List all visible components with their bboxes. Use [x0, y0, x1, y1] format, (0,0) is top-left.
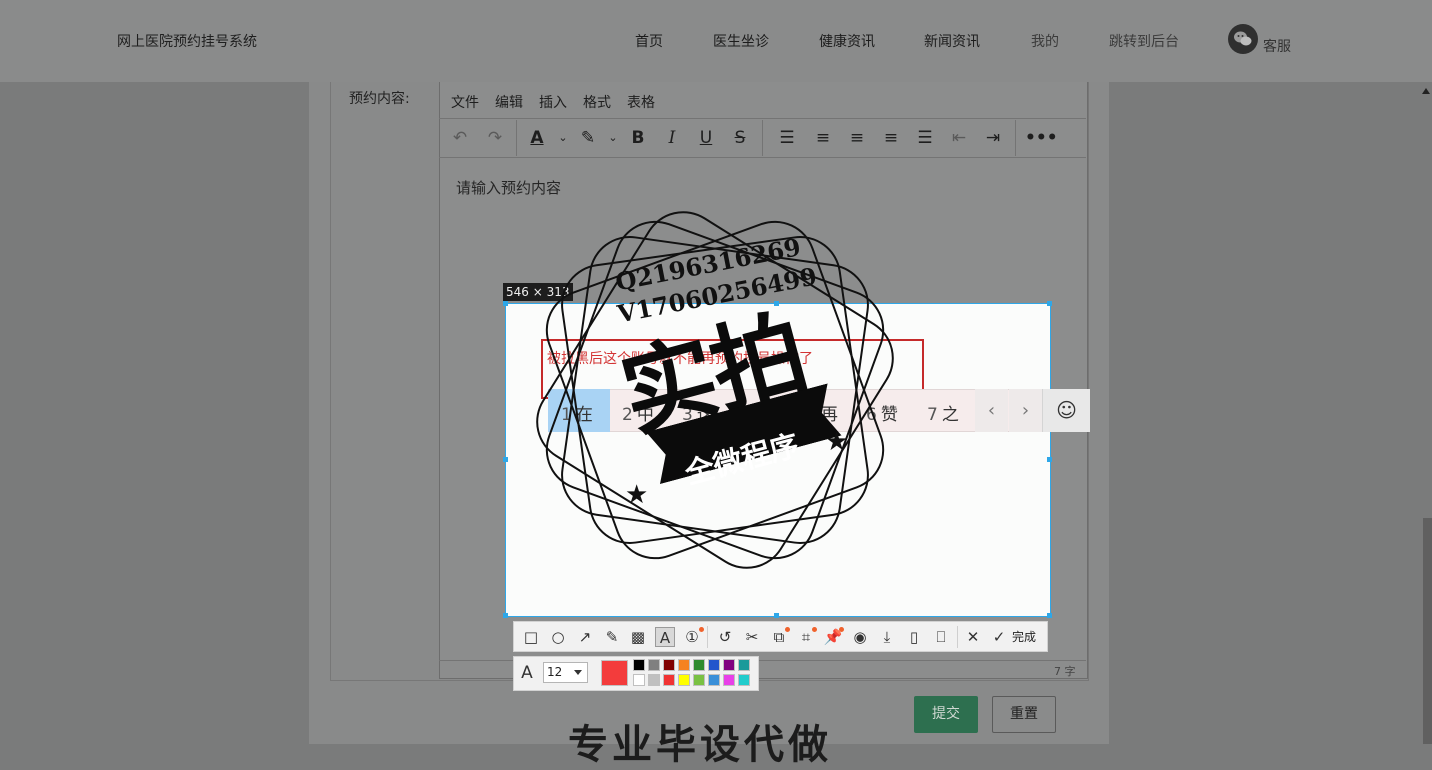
- editor-placeholder[interactable]: 请输入预约内容: [456, 177, 561, 198]
- menu-insert[interactable]: 插入: [539, 92, 567, 112]
- record-icon[interactable]: ◉: [850, 627, 870, 647]
- chevron-down-icon[interactable]: [574, 670, 582, 675]
- notification-dot: [812, 627, 817, 632]
- resize-handle[interactable]: [503, 301, 508, 306]
- color-swatch[interactable]: [678, 659, 690, 671]
- color-swatch[interactable]: [723, 674, 735, 686]
- align-right-icon[interactable]: ≡: [880, 128, 902, 148]
- indent-icon[interactable]: ⇥: [982, 128, 1004, 148]
- star-icon: ★: [825, 427, 849, 457]
- emoji-icon[interactable]: ☺: [1042, 389, 1090, 432]
- ime-candidate[interactable]: 7之: [927, 400, 959, 425]
- arrow-icon[interactable]: ↗: [575, 627, 595, 647]
- nav-admin[interactable]: 跳转到后台: [1109, 31, 1179, 51]
- notification-dot: [699, 627, 704, 632]
- chevron-down-icon[interactable]: ⌄: [602, 128, 624, 148]
- support-label[interactable]: 客服: [1263, 36, 1291, 56]
- pen-icon[interactable]: ✎: [602, 627, 622, 647]
- color-swatch[interactable]: [648, 674, 660, 686]
- italic-icon[interactable]: I: [661, 128, 683, 148]
- toolbar-separator: [516, 120, 517, 156]
- ime-prev-icon[interactable]: ‹: [975, 389, 1008, 432]
- color-swatch[interactable]: [663, 674, 675, 686]
- notification-dot: [785, 627, 790, 632]
- toolbar-separator: [1015, 120, 1016, 156]
- nav-health-info[interactable]: 健康资讯: [819, 31, 875, 51]
- redo-icon[interactable]: ↷: [484, 128, 506, 148]
- toolbar-separator: [957, 626, 958, 648]
- site-title[interactable]: 网上医院预约挂号系统: [117, 31, 257, 51]
- submit-button[interactable]: 提交: [914, 696, 978, 733]
- nav-mine[interactable]: 我的: [1031, 31, 1059, 51]
- menu-file[interactable]: 文件: [451, 92, 479, 112]
- toolbar-separator: [707, 626, 708, 648]
- more-icon[interactable]: •••: [1025, 128, 1058, 148]
- scrollbar-thumb[interactable]: [1423, 518, 1432, 744]
- font-color-icon[interactable]: A: [526, 128, 548, 148]
- text-icon[interactable]: A: [655, 627, 675, 647]
- check-icon[interactable]: ✓: [989, 627, 1009, 647]
- font-icon: A: [521, 663, 533, 683]
- color-swatch[interactable]: [693, 659, 705, 671]
- nav-news[interactable]: 新闻资讯: [924, 31, 980, 51]
- ellipse-icon[interactable]: ○: [548, 627, 568, 647]
- star-icon: ★: [625, 480, 649, 510]
- resize-handle[interactable]: [774, 613, 779, 618]
- phone-icon[interactable]: ▯: [904, 627, 924, 647]
- bold-icon[interactable]: B: [627, 128, 649, 148]
- chevron-down-icon[interactable]: ⌄: [552, 128, 574, 148]
- color-swatch[interactable]: [708, 674, 720, 686]
- color-swatch[interactable]: [633, 674, 645, 686]
- underline-icon[interactable]: U: [695, 128, 717, 148]
- download-icon[interactable]: ⤓: [877, 627, 897, 647]
- color-swatch[interactable]: [708, 659, 720, 671]
- menu-edit[interactable]: 编辑: [495, 92, 523, 112]
- rectangle-icon[interactable]: □: [521, 627, 541, 647]
- undo-icon[interactable]: ↺: [715, 627, 735, 647]
- color-swatch[interactable]: [678, 674, 690, 686]
- close-icon[interactable]: ✕: [963, 627, 983, 647]
- align-center-icon[interactable]: ≡: [846, 128, 868, 148]
- justify-icon[interactable]: ☰: [914, 128, 936, 148]
- bookmark-icon[interactable]: ⎕: [931, 627, 951, 647]
- current-color[interactable]: [601, 660, 628, 686]
- word-count: 7 字: [1054, 665, 1076, 678]
- cut-icon[interactable]: ✂: [742, 627, 762, 647]
- ime-next-icon[interactable]: ›: [1009, 389, 1042, 432]
- mosaic-icon[interactable]: ▩: [628, 627, 648, 647]
- resize-handle[interactable]: [503, 457, 508, 462]
- color-swatch[interactable]: [663, 659, 675, 671]
- nav-doctor-clinic[interactable]: 医生坐诊: [713, 31, 769, 51]
- scroll-up-icon[interactable]: [1422, 88, 1430, 94]
- reset-button[interactable]: 重置: [992, 696, 1056, 733]
- color-swatch[interactable]: [738, 659, 750, 671]
- menu-table[interactable]: 表格: [627, 92, 655, 112]
- strikethrough-icon[interactable]: S: [729, 128, 751, 148]
- done-button[interactable]: 完成: [1012, 627, 1036, 647]
- content-label: 预约内容:: [349, 91, 410, 107]
- menu-format[interactable]: 格式: [583, 92, 611, 112]
- color-swatch[interactable]: [723, 659, 735, 671]
- color-swatch[interactable]: [633, 659, 645, 671]
- notification-dot: [839, 627, 844, 632]
- align-left-icon[interactable]: ≡: [812, 128, 834, 148]
- wechat-icon[interactable]: [1228, 24, 1258, 54]
- color-swatch[interactable]: [693, 674, 705, 686]
- color-swatch[interactable]: [738, 674, 750, 686]
- nav-home[interactable]: 首页: [635, 31, 663, 51]
- resize-handle[interactable]: [1047, 301, 1052, 306]
- line-height-icon[interactable]: ☰: [776, 128, 798, 148]
- highlight-icon[interactable]: ✎: [577, 128, 599, 148]
- resize-handle[interactable]: [1047, 613, 1052, 618]
- undo-icon[interactable]: ↶: [449, 128, 471, 148]
- outdent-icon[interactable]: ⇤: [948, 128, 970, 148]
- toolbar-separator: [762, 120, 763, 156]
- resize-handle[interactable]: [503, 613, 508, 618]
- color-swatch[interactable]: [648, 659, 660, 671]
- bottom-banner: 专业毕设代做: [568, 722, 832, 768]
- resize-handle[interactable]: [1047, 457, 1052, 462]
